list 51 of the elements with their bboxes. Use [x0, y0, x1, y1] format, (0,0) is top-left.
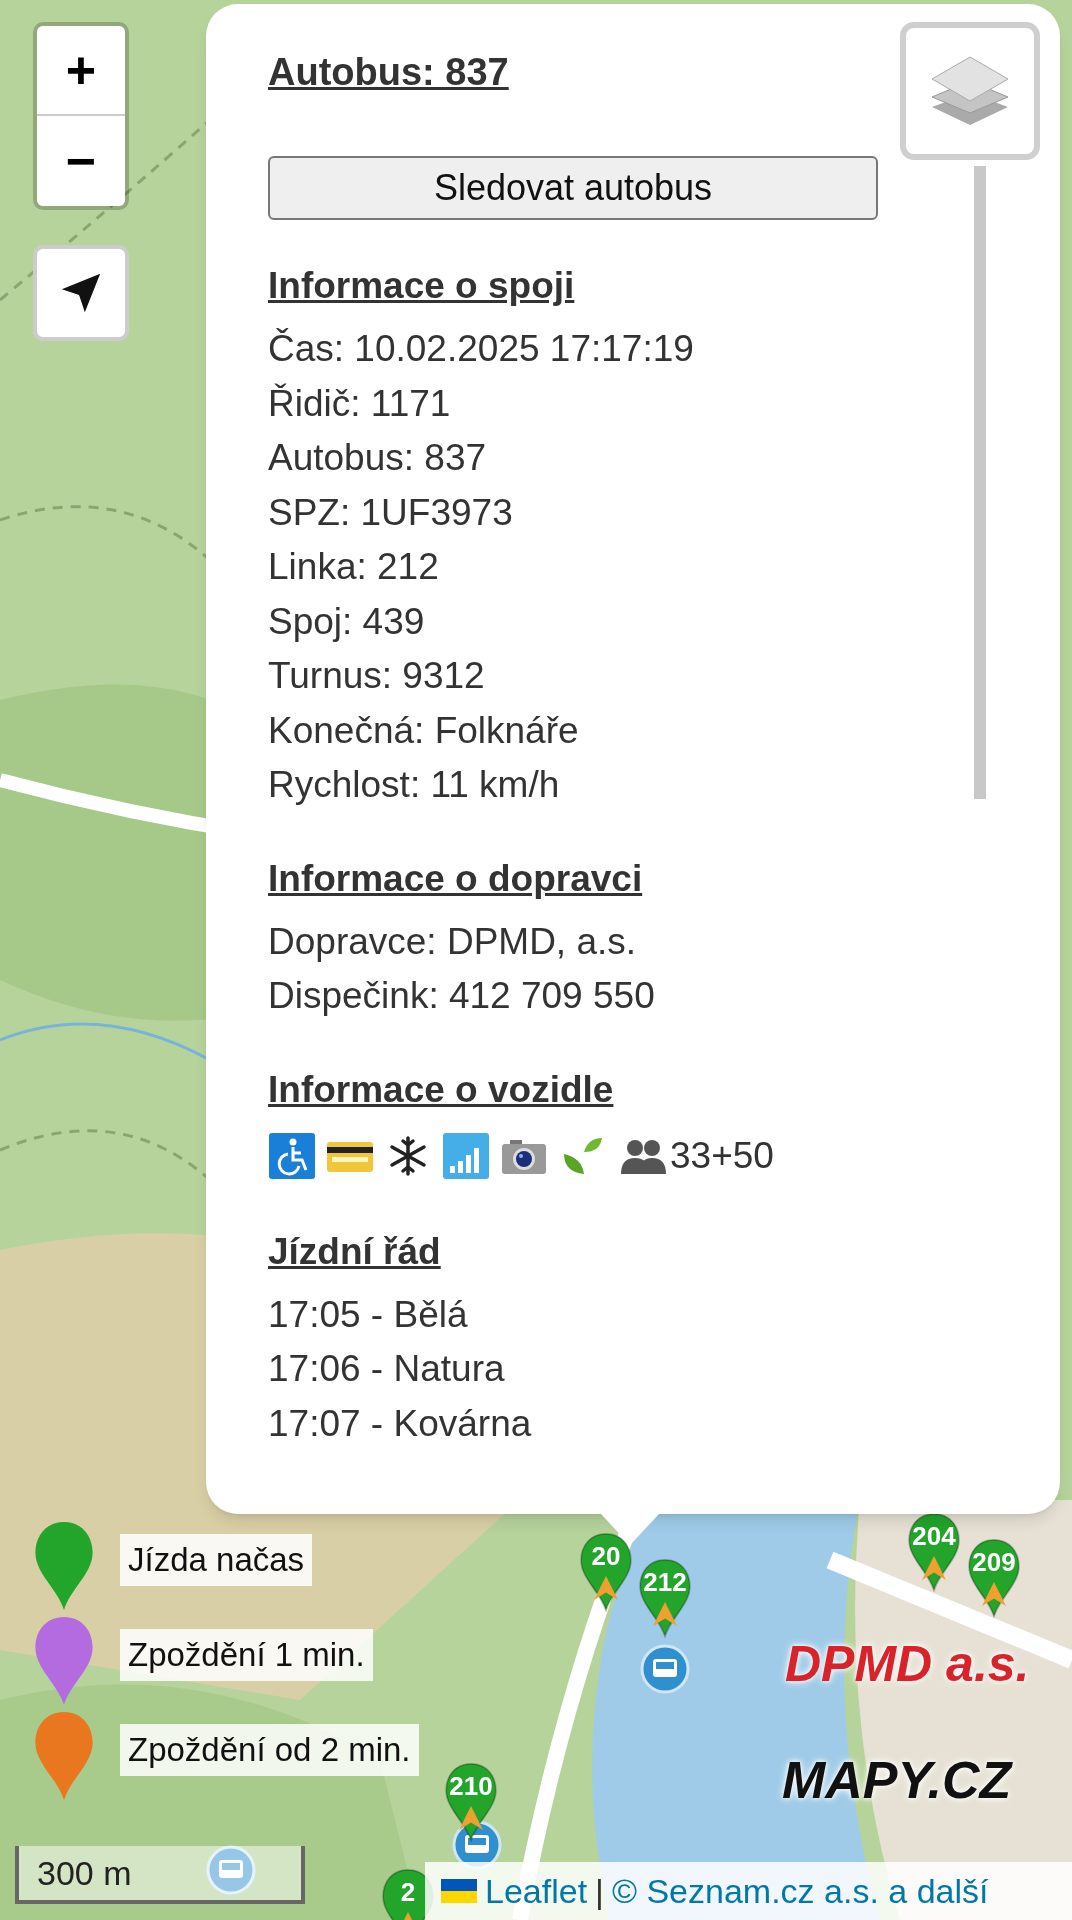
info-line: Linka: 212 [268, 545, 440, 589]
info-line: Řidič: 1171 [268, 381, 452, 426]
bus-stop-icon[interactable] [640, 1644, 690, 1694]
direction-arrow-icon [594, 1576, 618, 1600]
direction-arrow-icon [653, 1602, 677, 1626]
zoom-out-button[interactable]: − [37, 116, 125, 206]
operator-logo: DPMD a.s. [785, 1635, 1030, 1694]
flag-icon [441, 1879, 477, 1903]
capacity-text: 33+50 [670, 1133, 774, 1178]
info-line: Turnus: 9312 [268, 654, 486, 698]
legend-label: Jízda načas [120, 1534, 313, 1586]
info-line: Konečná: Folknáře [268, 708, 580, 753]
vehicle-marker[interactable]: 209 [966, 1538, 1022, 1618]
maps-logo: MAPY.CZ [782, 1750, 1012, 1811]
scrollbar[interactable] [974, 166, 986, 799]
layers-button[interactable] [900, 22, 1040, 160]
popup-title: Autobus: 837 [268, 50, 509, 95]
direction-arrow-icon [922, 1556, 946, 1580]
info-line: Rychlost: 11 km/h [268, 763, 561, 807]
info-line: Čas: 10.02.2025 17:17:19 [268, 327, 694, 371]
section-heading: Informace o spoji [268, 264, 575, 308]
legend-label: Zpoždění od 2 min. [120, 1724, 419, 1776]
legend-label: Zpoždění 1 min. [120, 1629, 373, 1681]
info-line: 17:06 - Natura [268, 1347, 506, 1391]
info-line: 17:05 - Bělá [268, 1292, 469, 1337]
vehicle-marker[interactable]: 20 [578, 1532, 634, 1612]
bus-stop-icon[interactable] [206, 1845, 256, 1895]
info-line: SPZ: 1UF3973 [268, 490, 514, 535]
attribution-separator: | [595, 1870, 604, 1912]
info-line: Dopravce: DPMD, a.s. [268, 919, 638, 964]
leaflet-link[interactable]: Leaflet [485, 1865, 588, 1917]
map-scale: 300 m [15, 1846, 305, 1904]
follow-bus-button[interactable]: Sledovat autobus [268, 156, 878, 220]
direction-arrow-icon [459, 1806, 483, 1830]
info-line: Autobus: 837 [268, 436, 488, 480]
attribution-link[interactable]: © Seznam.cz a.s. a další [611, 1865, 989, 1917]
vehicle-marker[interactable]: 212 [637, 1558, 693, 1638]
signal-icon [442, 1131, 490, 1180]
info-line: Dispečink: 412 709 550 [268, 974, 655, 1018]
info-line: 17:07 - Kovárna [268, 1401, 532, 1446]
vehicle-marker[interactable]: 210 [443, 1762, 499, 1842]
section-heading: Informace o dopravci [268, 856, 643, 901]
direction-arrow-icon [982, 1582, 1006, 1606]
people-icon [620, 1137, 668, 1174]
wheelchair-icon [268, 1131, 316, 1180]
vehicle-marker[interactable]: 204 [906, 1512, 962, 1592]
locate-button[interactable] [33, 245, 129, 341]
section-heading: Jízdní řád [268, 1229, 441, 1274]
section-heading: Informace o vozidle [268, 1067, 614, 1112]
info-line: Spoj: 439 [268, 599, 426, 644]
zoom-in-button[interactable]: + [37, 26, 125, 116]
